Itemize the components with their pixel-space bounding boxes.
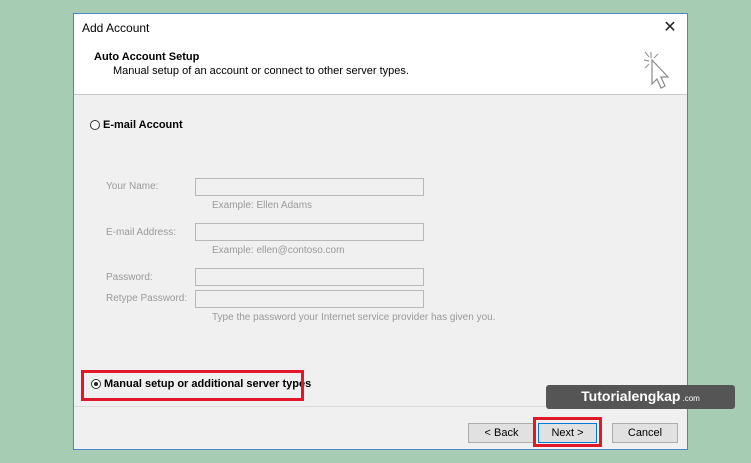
window-title: Add Account	[82, 21, 150, 35]
header-title: Auto Account Setup	[94, 51, 200, 63]
manual-setup-highlight-box	[81, 370, 304, 401]
watermark-main-text: Tutorialengkap	[581, 388, 681, 404]
watermark-tld-text: .com	[682, 394, 700, 403]
password-label: Password:	[106, 272, 153, 283]
your-name-hint: Example: Ellen Adams	[212, 200, 313, 211]
email-address-label: E-mail Address:	[106, 227, 177, 238]
email-account-label: E-mail Account	[103, 119, 183, 131]
your-name-field[interactable]	[195, 178, 424, 196]
email-address-field[interactable]	[195, 223, 424, 241]
email-address-hint: Example: ellen@contoso.com	[212, 245, 345, 256]
wizard-wand-icon	[643, 51, 670, 89]
close-icon[interactable]: ✕	[659, 17, 681, 39]
your-name-label: Your Name:	[106, 181, 159, 192]
title-bar: Add Account ✕	[74, 14, 687, 42]
email-account-option[interactable]: E-mail Account	[90, 119, 183, 131]
cancel-button[interactable]: Cancel	[612, 423, 678, 443]
next-highlight-box	[533, 417, 602, 447]
retype-password-label: Retype Password:	[106, 293, 188, 304]
wizard-header: Auto Account Setup Manual setup of an ac…	[74, 42, 687, 95]
back-button[interactable]: < Back	[468, 423, 535, 443]
retype-password-field[interactable]	[195, 290, 424, 308]
password-field[interactable]	[195, 268, 424, 286]
tutorialengkap-watermark: Tutorialengkap .com	[546, 385, 735, 409]
header-subtitle: Manual setup of an account or connect to…	[113, 65, 409, 77]
password-hint: Type the password your Internet service …	[212, 312, 496, 323]
email-account-radio[interactable]	[90, 120, 100, 130]
